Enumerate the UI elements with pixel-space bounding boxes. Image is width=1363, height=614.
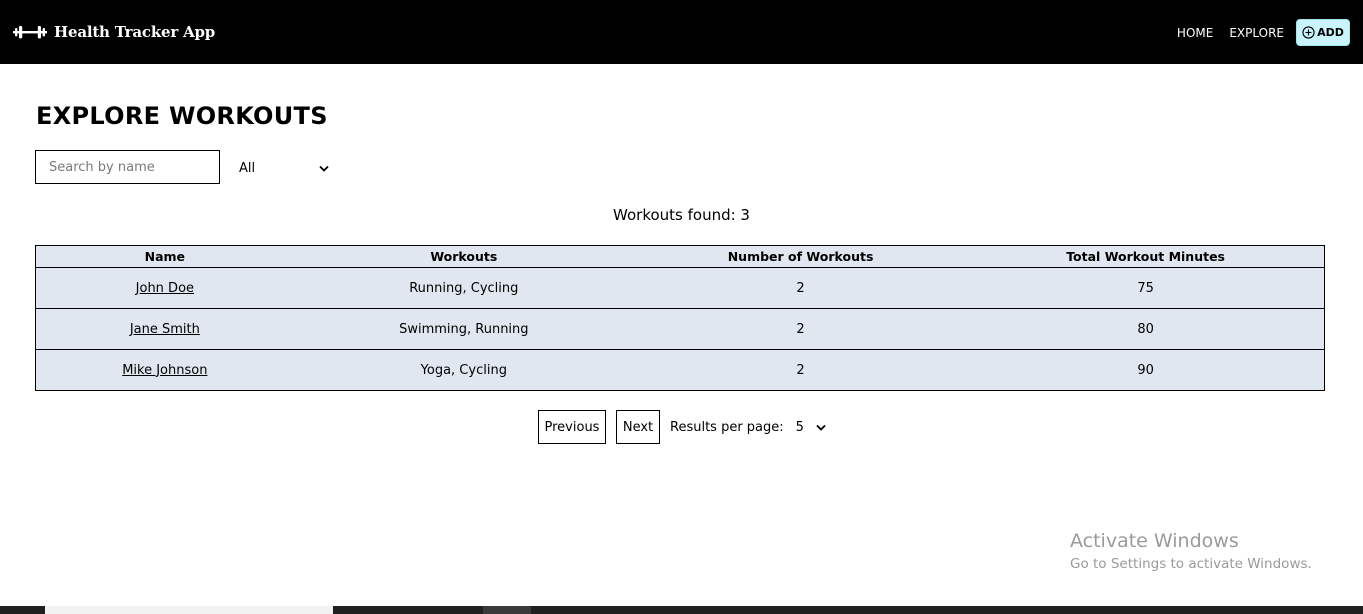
- app-title: Health Tracker App: [54, 23, 216, 41]
- next-button[interactable]: Next: [616, 410, 660, 444]
- nav-links: HOME EXPLORE ADD: [1177, 19, 1350, 46]
- cell-workouts: Yoga, Cycling: [293, 349, 634, 391]
- nav-explore-link[interactable]: EXPLORE: [1229, 26, 1284, 40]
- cell-count: 2: [633, 267, 968, 309]
- taskbar-window-thumbnail[interactable]: [45, 606, 333, 614]
- workouts-table: Name Workouts Number of Workouts Total W…: [35, 245, 1325, 391]
- watermark-subtitle: Go to Settings to activate Windows.: [1070, 556, 1312, 572]
- plus-circle-icon: [1302, 26, 1315, 39]
- results-per-page-label: Results per page:: [670, 419, 784, 435]
- cell-count: 2: [633, 308, 968, 350]
- watermark-title: Activate Windows: [1070, 530, 1239, 552]
- previous-button[interactable]: Previous: [538, 410, 606, 444]
- results-per-page-value: 5: [795, 419, 804, 435]
- user-name-link[interactable]: Mike Johnson: [122, 363, 207, 378]
- table-row: Jane Smith Swimming, Running 2 80: [35, 308, 1325, 350]
- results-count-text: Workouts found: 3: [613, 206, 750, 224]
- chevron-down-icon: [319, 165, 329, 172]
- taskbar-active-item[interactable]: [483, 606, 531, 614]
- cell-workouts: Running, Cycling: [293, 267, 634, 309]
- dumbbell-icon: [13, 26, 47, 39]
- search-input[interactable]: [35, 150, 220, 184]
- brand[interactable]: Health Tracker App: [13, 22, 215, 42]
- header-name: Name: [144, 249, 186, 264]
- add-button[interactable]: ADD: [1296, 19, 1350, 46]
- cell-minutes: 90: [967, 349, 1325, 391]
- table-row: Mike Johnson Yoga, Cycling 2 90: [35, 349, 1325, 391]
- top-navbar: Health Tracker App HOME EXPLORE ADD: [0, 0, 1363, 64]
- cell-name: Mike Johnson: [35, 349, 294, 391]
- table-header-row: Name Workouts Number of Workouts Total W…: [36, 246, 1325, 268]
- header-total-minutes: Total Workout Minutes: [1066, 249, 1225, 264]
- page-title: EXPLORE WORKOUTS: [36, 102, 328, 130]
- cell-count: 2: [633, 349, 968, 391]
- user-name-link[interactable]: Jane Smith: [130, 322, 200, 337]
- cell-workouts: Swimming, Running: [293, 308, 634, 350]
- pagination: Previous Next Results per page: 5: [538, 410, 826, 444]
- table-row: John Doe Running, Cycling 2 75: [35, 267, 1325, 309]
- activate-windows-watermark: Activate Windows Go to Settings to activ…: [1070, 530, 1312, 572]
- cell-minutes: 80: [967, 308, 1325, 350]
- add-button-label: ADD: [1317, 26, 1344, 39]
- filter-selected-value: All: [239, 160, 256, 176]
- header-workouts: Workouts: [430, 249, 498, 264]
- cell-name: Jane Smith: [35, 308, 294, 350]
- results-per-page-select[interactable]: 5: [796, 420, 826, 435]
- nav-home-link[interactable]: HOME: [1177, 26, 1213, 40]
- chevron-down-icon: [816, 424, 826, 431]
- cell-name: John Doe: [35, 267, 294, 309]
- header-number-of-workouts: Number of Workouts: [727, 249, 874, 264]
- workout-filter-select[interactable]: All: [239, 158, 329, 178]
- user-name-link[interactable]: John Doe: [136, 281, 194, 296]
- cell-minutes: 75: [967, 267, 1325, 309]
